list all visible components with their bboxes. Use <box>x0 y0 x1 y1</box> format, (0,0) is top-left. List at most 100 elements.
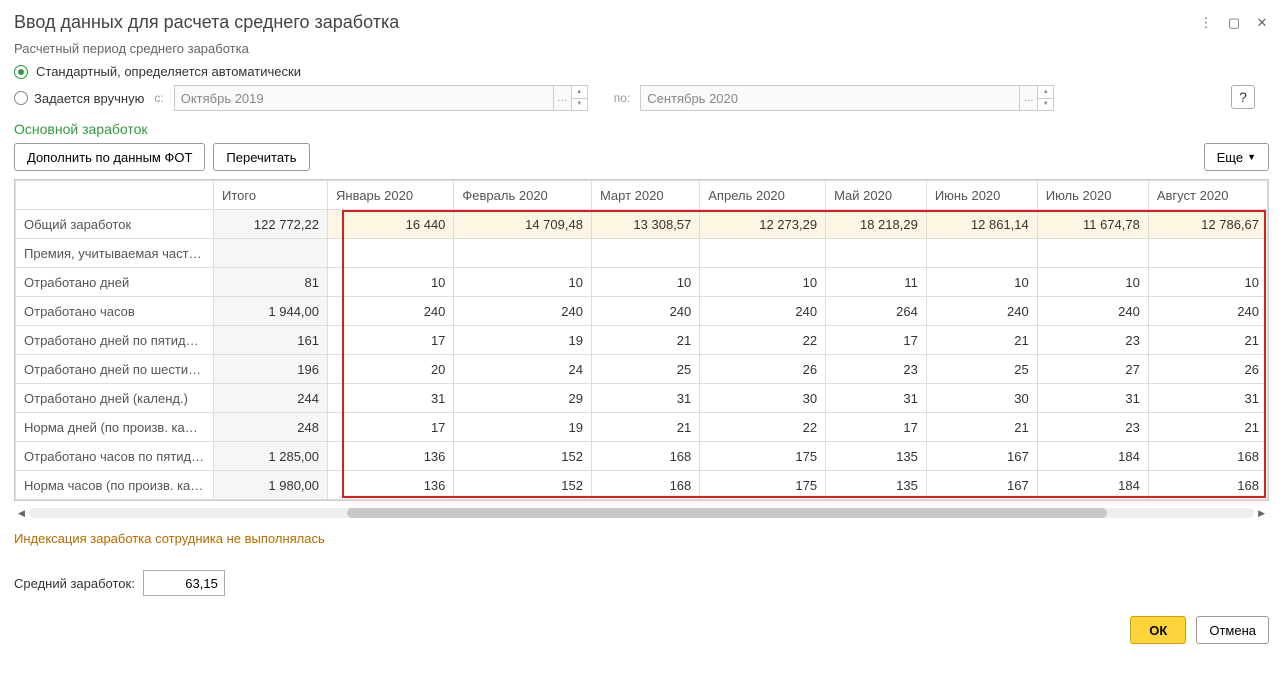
cell-value[interactable]: 31 <box>591 384 699 413</box>
cell-value[interactable]: 136 <box>328 471 454 500</box>
date-from-input[interactable] <box>174 85 554 111</box>
cell-value[interactable] <box>328 239 454 268</box>
cell-value[interactable]: 168 <box>1148 471 1267 500</box>
cell-value[interactable]: 14 709,48 <box>454 210 592 239</box>
cell-value[interactable]: 30 <box>700 384 826 413</box>
cell-value[interactable]: 135 <box>826 442 927 471</box>
cell-value[interactable]: 10 <box>926 268 1037 297</box>
cell-value[interactable]: 18 218,29 <box>826 210 927 239</box>
cell-value[interactable]: 10 <box>454 268 592 297</box>
date-to-input[interactable] <box>640 85 1020 111</box>
cancel-button[interactable]: Отмена <box>1196 616 1269 644</box>
cell-value[interactable] <box>926 239 1037 268</box>
cell-value[interactable]: 240 <box>1037 297 1148 326</box>
cell-value[interactable] <box>826 239 927 268</box>
cell-value[interactable]: 11 <box>826 268 927 297</box>
cell-value[interactable]: 184 <box>1037 442 1148 471</box>
radio-auto[interactable] <box>14 65 28 79</box>
table-row[interactable]: Отработано дней по пятидневной ...161171… <box>16 326 1268 355</box>
cell-value[interactable]: 152 <box>454 471 592 500</box>
cell-value[interactable]: 152 <box>454 442 592 471</box>
cell-value[interactable] <box>1037 239 1148 268</box>
horizontal-scrollbar[interactable]: ◀ ▶ <box>14 505 1269 521</box>
cell-value[interactable]: 175 <box>700 442 826 471</box>
cell-value[interactable]: 26 <box>1148 355 1267 384</box>
help-button[interactable]: ? <box>1231 85 1255 109</box>
cell-value[interactable]: 21 <box>1148 413 1267 442</box>
table-row[interactable]: Отработано часов1 944,002402402402402642… <box>16 297 1268 326</box>
cell-value[interactable]: 22 <box>700 413 826 442</box>
maximize-icon[interactable]: ▢ <box>1227 16 1241 30</box>
cell-value[interactable]: 264 <box>826 297 927 326</box>
cell-value[interactable]: 20 <box>328 355 454 384</box>
cell-value[interactable]: 17 <box>826 413 927 442</box>
cell-value[interactable]: 31 <box>826 384 927 413</box>
cell-value[interactable]: 22 <box>700 326 826 355</box>
cell-value[interactable]: 31 <box>1037 384 1148 413</box>
cell-value[interactable]: 26 <box>700 355 826 384</box>
table-row[interactable]: Отработано дней по шестидневно...1962024… <box>16 355 1268 384</box>
scroll-left-icon[interactable]: ◀ <box>14 508 29 519</box>
avg-earnings-input[interactable] <box>143 570 225 596</box>
cell-value[interactable]: 21 <box>1148 326 1267 355</box>
cell-value[interactable]: 240 <box>700 297 826 326</box>
table-row[interactable]: Отработано дней811010101011101010 <box>16 268 1268 297</box>
cell-value[interactable]: 11 674,78 <box>1037 210 1148 239</box>
fill-from-fot-button[interactable]: Дополнить по данным ФОТ <box>14 143 205 171</box>
cell-value[interactable]: 23 <box>826 355 927 384</box>
cell-value[interactable]: 240 <box>328 297 454 326</box>
cell-value[interactable]: 29 <box>454 384 592 413</box>
cell-value[interactable]: 21 <box>591 326 699 355</box>
cell-value[interactable]: 167 <box>926 442 1037 471</box>
cell-value[interactable]: 17 <box>328 326 454 355</box>
date-from-picker-icon[interactable]: … <box>554 85 572 111</box>
cell-value[interactable]: 17 <box>826 326 927 355</box>
cell-value[interactable] <box>591 239 699 268</box>
date-from-spinner[interactable]: ▲▼ <box>572 85 588 111</box>
table-row[interactable]: Премия, учитываемая частично <box>16 239 1268 268</box>
cell-value[interactable]: 240 <box>591 297 699 326</box>
cell-value[interactable]: 175 <box>700 471 826 500</box>
cell-value[interactable]: 21 <box>591 413 699 442</box>
cell-value[interactable] <box>700 239 826 268</box>
date-to-picker-icon[interactable]: … <box>1020 85 1038 111</box>
cell-value[interactable]: 12 786,67 <box>1148 210 1267 239</box>
cell-value[interactable]: 27 <box>1037 355 1148 384</box>
cell-value[interactable]: 184 <box>1037 471 1148 500</box>
table-row[interactable]: Норма часов (по произв. календа...1 980,… <box>16 471 1268 500</box>
cell-value[interactable]: 19 <box>454 413 592 442</box>
close-icon[interactable]: ✕ <box>1255 16 1269 30</box>
cell-value[interactable]: 10 <box>1148 268 1267 297</box>
table-row[interactable]: Отработано дней (календ.)244312931303130… <box>16 384 1268 413</box>
cell-value[interactable]: 31 <box>1148 384 1267 413</box>
cell-value[interactable]: 10 <box>1037 268 1148 297</box>
cell-value[interactable]: 23 <box>1037 326 1148 355</box>
cell-value[interactable]: 240 <box>454 297 592 326</box>
cell-value[interactable]: 168 <box>1148 442 1267 471</box>
cell-value[interactable]: 25 <box>926 355 1037 384</box>
cell-value[interactable]: 23 <box>1037 413 1148 442</box>
table-row[interactable]: Общий заработок122 772,2216 44014 709,48… <box>16 210 1268 239</box>
cell-value[interactable]: 167 <box>926 471 1037 500</box>
cell-value[interactable]: 19 <box>454 326 592 355</box>
more-button[interactable]: Еще ▼ <box>1204 143 1269 171</box>
scroll-right-icon[interactable]: ▶ <box>1254 508 1269 519</box>
radio-manual[interactable] <box>14 91 28 105</box>
cell-value[interactable]: 21 <box>926 413 1037 442</box>
cell-value[interactable]: 136 <box>328 442 454 471</box>
cell-value[interactable]: 12 273,29 <box>700 210 826 239</box>
cell-value[interactable]: 21 <box>926 326 1037 355</box>
cell-value[interactable]: 240 <box>1148 297 1267 326</box>
cell-value[interactable]: 13 308,57 <box>591 210 699 239</box>
cell-value[interactable]: 10 <box>328 268 454 297</box>
cell-value[interactable]: 31 <box>328 384 454 413</box>
ok-button[interactable]: ОК <box>1130 616 1186 644</box>
date-to-spinner[interactable]: ▲▼ <box>1038 85 1054 111</box>
cell-value[interactable]: 135 <box>826 471 927 500</box>
cell-value[interactable] <box>1148 239 1267 268</box>
reread-button[interactable]: Перечитать <box>213 143 309 171</box>
cell-value[interactable] <box>454 239 592 268</box>
cell-value[interactable]: 168 <box>591 471 699 500</box>
cell-value[interactable]: 12 861,14 <box>926 210 1037 239</box>
cell-value[interactable]: 30 <box>926 384 1037 413</box>
